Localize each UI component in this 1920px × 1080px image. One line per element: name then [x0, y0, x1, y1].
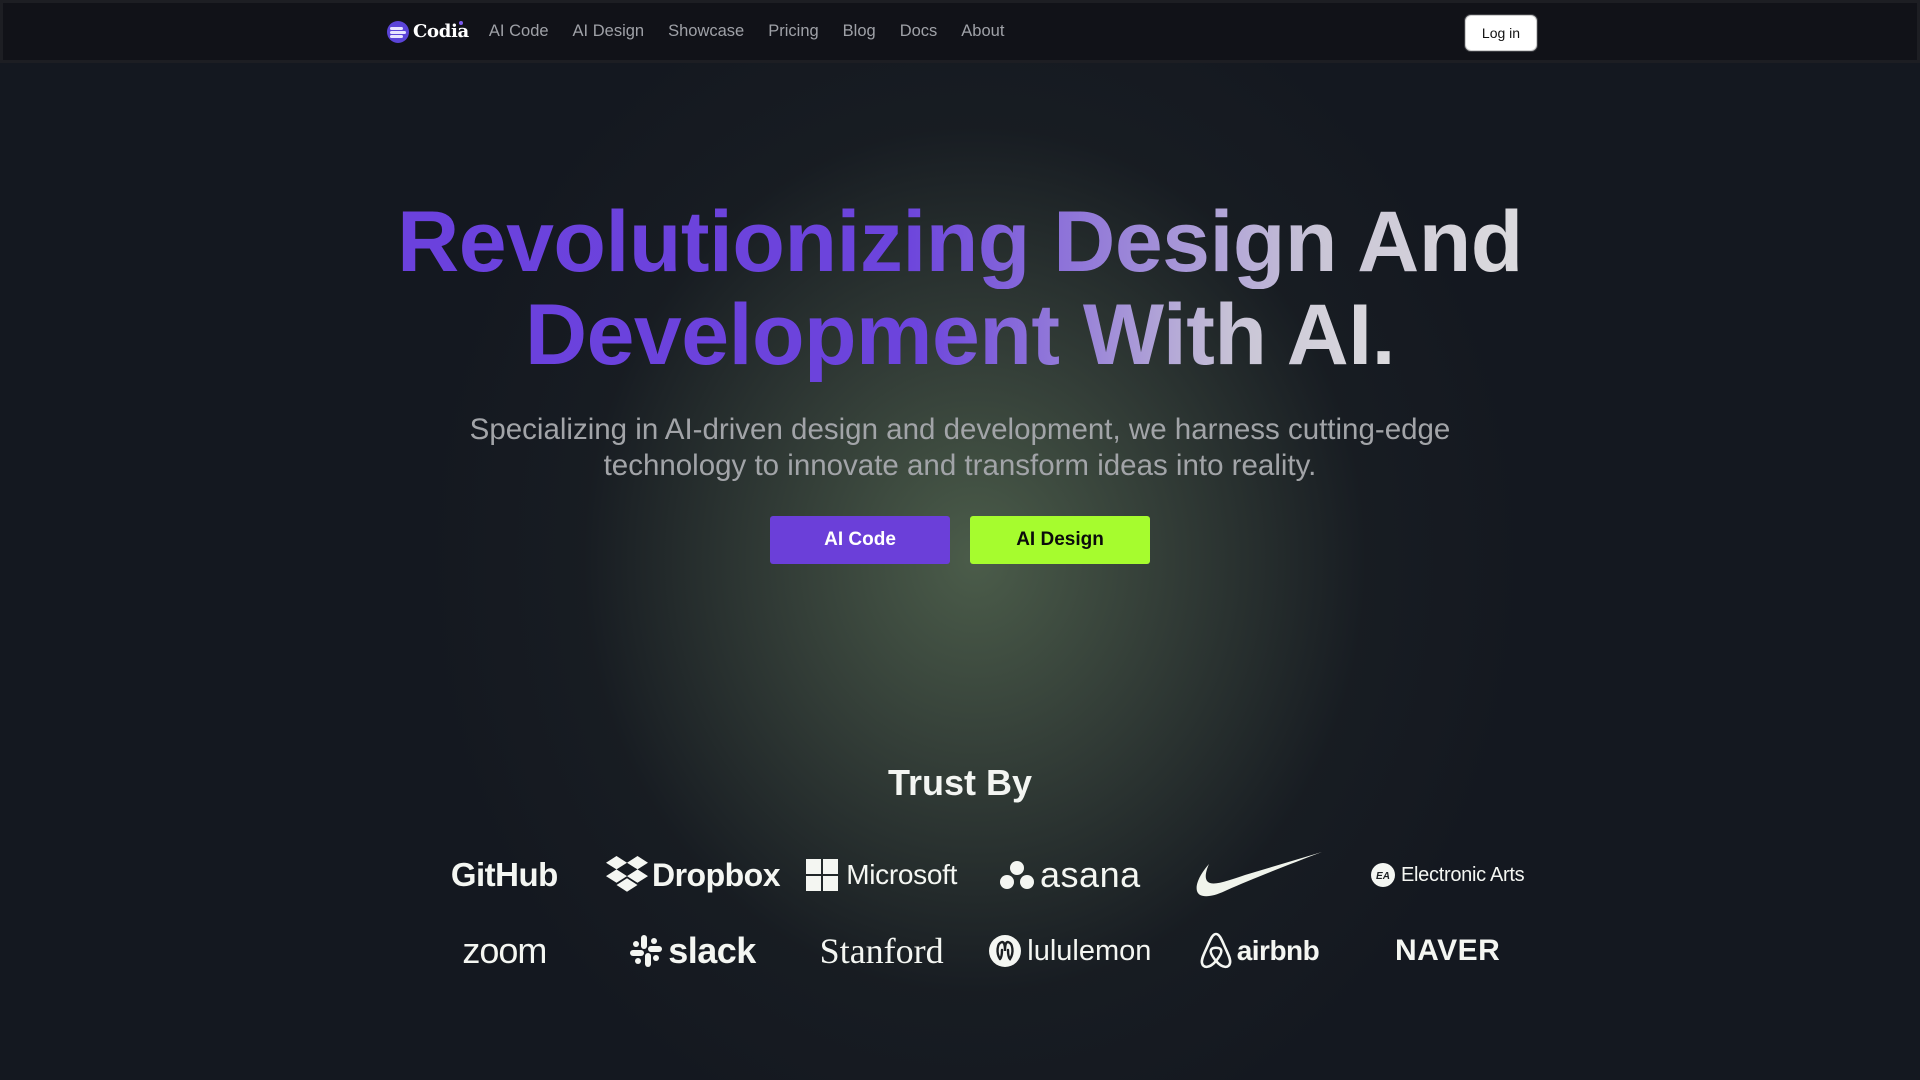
- hero-subtitle-line-1: Specializing in AI-driven design and dev…: [469, 413, 1451, 446]
- slack-icon: [630, 935, 663, 967]
- hero-title-line-1: Revolutionizing Design And: [397, 194, 1523, 290]
- nav-link-pricing[interactable]: Pricing: [768, 22, 818, 41]
- logo-lululemon: lululemon: [976, 935, 1165, 968]
- brand-name: Codia: [413, 21, 469, 42]
- airbnb-icon: [1200, 932, 1232, 969]
- airbnb-wordmark: airbnb: [1236, 935, 1320, 966]
- nav-links: AI Code AI Design Showcase Pricing Blog …: [489, 22, 1005, 41]
- naver-wordmark: NAVER: [1395, 934, 1501, 967]
- ai-code-button[interactable]: AI Code: [770, 516, 950, 564]
- nav-link-docs[interactable]: Docs: [900, 22, 938, 41]
- logo-naver: NAVER: [1353, 934, 1542, 968]
- nav-container: Codia AI Code AI Design Showcase Pricing…: [387, 3, 1004, 60]
- zoom-wordmark: zoom: [462, 930, 547, 971]
- ea-wordmark: Electronic Arts: [1401, 863, 1525, 886]
- nav-link-ai-code[interactable]: AI Code: [489, 22, 549, 41]
- brand-logo[interactable]: Codia: [387, 20, 469, 43]
- hero-subtitle-line-2: technology to innovate and transform ide…: [603, 449, 1317, 482]
- nav-link-showcase[interactable]: Showcase: [668, 22, 744, 41]
- logo-electronic-arts: EA Electronic Arts: [1353, 863, 1542, 887]
- svg-text:EA: EA: [1376, 871, 1390, 882]
- logo-row-1: GitHub Dropbox Microsoft asana EA Electr…: [410, 840, 1542, 910]
- trust-by-heading: Trust By: [887, 762, 1033, 803]
- logo-nike: [1165, 840, 1354, 910]
- trusted-logos: GitHub Dropbox Microsoft asana EA Electr…: [410, 840, 1542, 986]
- logo-github: GitHub: [410, 856, 599, 894]
- hero-title-line-2: Development With AI.: [525, 287, 1396, 383]
- lululemon-icon: [989, 935, 1022, 967]
- nav-link-blog[interactable]: Blog: [843, 22, 876, 41]
- hero-title: Revolutionizing Design And Development W…: [0, 196, 1920, 382]
- github-wordmark: GitHub: [450, 856, 558, 893]
- stanford-wordmark: Stanford: [819, 931, 944, 971]
- nav-link-about[interactable]: About: [961, 22, 1004, 41]
- logo-stanford: Stanford: [787, 930, 976, 972]
- hero-cta-group: AI Code AI Design: [770, 516, 1150, 564]
- nike-swoosh-icon: [1196, 852, 1322, 897]
- logo-microsoft: Microsoft: [787, 859, 976, 891]
- logo-row-2: zoom slack Stanford lululemon airbnb NAV…: [410, 916, 1542, 986]
- logo-dropbox: Dropbox: [599, 856, 788, 894]
- dropbox-wordmark: Dropbox: [651, 856, 781, 893]
- hero-subtitle: Specializing in AI-driven design and dev…: [0, 412, 1920, 484]
- logo-airbnb: airbnb: [1165, 932, 1354, 970]
- ea-icon: EA: [1371, 863, 1395, 887]
- microsoft-wordmark: Microsoft: [846, 859, 958, 890]
- lululemon-wordmark: lululemon: [1027, 934, 1152, 967]
- nav-link-ai-design[interactable]: AI Design: [573, 22, 645, 41]
- asana-wordmark: asana: [1040, 854, 1141, 895]
- login-button[interactable]: Log in: [1465, 15, 1537, 51]
- dropbox-icon: [605, 856, 648, 892]
- logo-asana: asana: [976, 854, 1165, 896]
- codia-logo-icon: [387, 20, 409, 43]
- asana-icon: [1000, 861, 1035, 889]
- microsoft-icon: [806, 859, 839, 891]
- slack-wordmark: slack: [668, 930, 756, 971]
- ai-design-button[interactable]: AI Design: [970, 516, 1150, 564]
- top-navbar: Codia AI Code AI Design Showcase Pricing…: [0, 0, 1920, 63]
- logo-zoom: zoom: [410, 930, 599, 972]
- logo-slack: slack: [599, 930, 788, 972]
